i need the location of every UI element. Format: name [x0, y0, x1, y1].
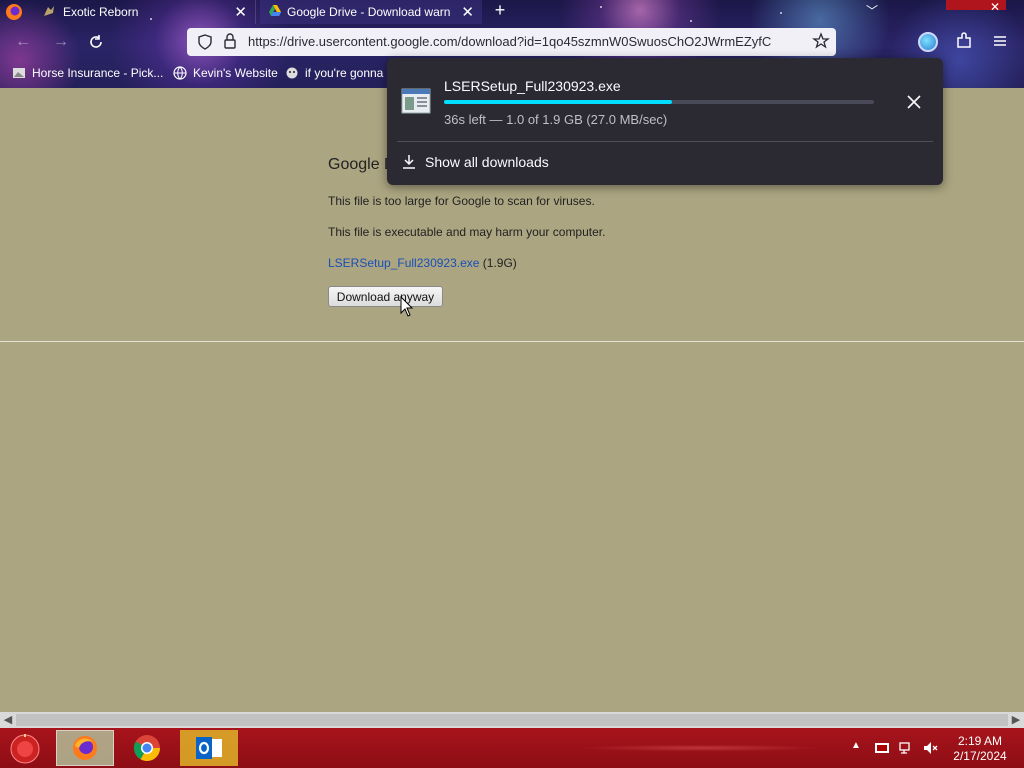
back-arrow-icon[interactable]: ←: [10, 30, 36, 54]
executable-warning: This file is executable and may harm you…: [328, 225, 606, 239]
reload-icon[interactable]: [83, 30, 109, 54]
horizontal-scrollbar[interactable]: ◀ ▶: [0, 712, 1024, 728]
scroll-left-arrow-icon[interactable]: ◀: [0, 712, 16, 728]
lock-icon[interactable]: [223, 33, 237, 49]
downloads-panel: LSERSetup_Full230923.exe 36s left — 1.0 …: [387, 58, 943, 185]
hamburger-menu-icon[interactable]: [990, 31, 1010, 51]
tab-exotic-reborn[interactable]: Exotic Reborn ✕: [34, 0, 256, 24]
firefox-icon[interactable]: [4, 2, 24, 22]
volume-muted-icon[interactable]: [922, 740, 938, 756]
close-icon[interactable]: ✕: [990, 0, 1000, 14]
firefox-icon: [73, 736, 97, 760]
mouse-cursor-icon: [400, 296, 414, 317]
download-status: 36s left — 1.0 of 1.9 GB (27.0 MB/sec): [444, 112, 668, 127]
tab-close-icon[interactable]: ✕: [234, 3, 247, 21]
download-progress-fill: [444, 100, 672, 104]
globe-icon: [173, 66, 187, 80]
tab-google-drive[interactable]: Google Drive - Download warn ✕: [260, 0, 482, 24]
extensions-puzzle-icon[interactable]: [954, 31, 974, 51]
image-favicon-icon: [13, 68, 25, 78]
download-anyway-button[interactable]: Download anyway: [328, 286, 443, 307]
account-avatar-icon[interactable]: [918, 32, 938, 52]
new-tab-button[interactable]: +: [490, 0, 510, 22]
google-drive-icon: [269, 5, 281, 16]
show-all-downloads-label: Show all downloads: [425, 154, 549, 170]
download-arrow-icon: [403, 155, 415, 169]
firework-spark: [690, 20, 692, 22]
file-link[interactable]: LSERSetup_Full230923.exe: [328, 256, 479, 270]
bookmark-label: if you're gonna: [305, 66, 384, 80]
executable-file-icon: [401, 88, 431, 114]
taskbar: ▲ 2:19 AM 2/17/2024: [0, 728, 1024, 768]
bookmark-label: Kevin's Website: [193, 66, 278, 80]
firework-spark: [780, 12, 782, 14]
taskbar-chrome-button[interactable]: [118, 730, 176, 766]
url-text[interactable]: https://drive.usercontent.google.com/dow…: [248, 34, 803, 49]
forward-arrow-icon[interactable]: →: [48, 30, 74, 54]
bookmark-horse-insurance[interactable]: Horse Insurance - Pick...: [12, 64, 163, 82]
clock-time: 2:19 AM: [957, 734, 1003, 748]
bookmark-kevins-website[interactable]: Kevin's Website: [173, 64, 278, 82]
tab-title: Exotic Reborn: [63, 5, 139, 19]
clock-date: 2/17/2024: [953, 749, 1007, 763]
page-heading: Google D: [328, 156, 388, 173]
cancel-download-icon[interactable]: [904, 92, 924, 112]
divider: [0, 341, 1024, 342]
download-filename[interactable]: LSERSetup_Full230923.exe: [444, 78, 621, 94]
show-hidden-icons-icon[interactable]: ▲: [851, 740, 861, 751]
system-clock[interactable]: 2:19 AM 2/17/2024: [950, 734, 1010, 764]
firework-spark: [600, 6, 602, 8]
shield-icon[interactable]: [197, 34, 213, 50]
bookmark-if-youre-gonna[interactable]: if you're gonna: [285, 64, 383, 82]
bookmark-star-icon[interactable]: [812, 32, 830, 50]
chevron-down-icon[interactable]: ﹀: [866, 2, 878, 19]
navigation-bar: ← → https://drive.usercontent.google.com…: [0, 26, 1024, 58]
scroll-right-arrow-icon[interactable]: ▶: [1008, 712, 1024, 728]
file-info: LSERSetup_Full230923.exe (1.9G): [328, 256, 517, 270]
file-size: (1.9G): [479, 256, 517, 270]
action-center-icon[interactable]: [874, 740, 890, 756]
outlook-icon: [196, 737, 222, 759]
virus-scan-warning: This file is too large for Google to sca…: [328, 194, 595, 208]
download-progress-bar: [444, 100, 874, 104]
taskbar-outlook-button[interactable]: [180, 730, 238, 766]
bookmark-label: Horse Insurance - Pick...: [32, 66, 164, 80]
start-button-icon[interactable]: [8, 732, 42, 766]
dragon-favicon-icon: [44, 6, 54, 16]
tab-title: Google Drive - Download warn: [287, 5, 451, 19]
network-icon[interactable]: [898, 740, 914, 756]
taskbar-firefox-button[interactable]: [56, 730, 114, 766]
url-bar[interactable]: https://drive.usercontent.google.com/dow…: [187, 28, 836, 56]
tab-close-icon[interactable]: ✕: [461, 3, 474, 21]
chrome-icon: [133, 735, 161, 762]
face-favicon-icon: [286, 67, 298, 79]
show-all-downloads-button[interactable]: Show all downloads: [401, 152, 549, 172]
scrollbar-thumb[interactable]: [16, 714, 1008, 726]
panel-divider: [397, 141, 933, 142]
